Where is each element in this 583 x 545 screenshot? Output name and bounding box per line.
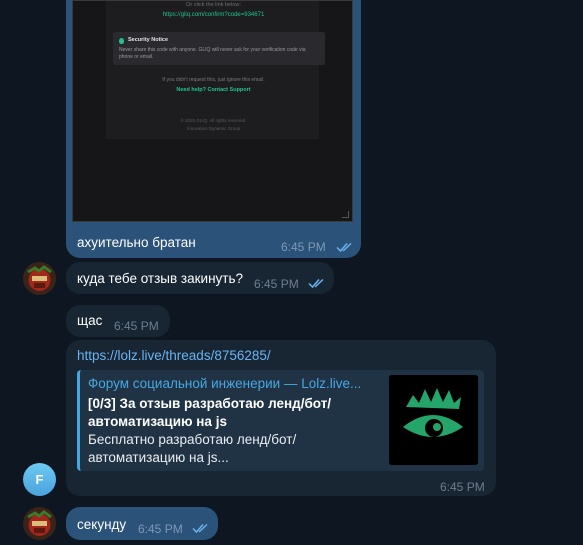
email-confirm-link: https://gliq.com/confirm?code=934671 — [162, 12, 265, 18]
message-time: 6:45 PM — [281, 240, 326, 254]
link-preview-image — [389, 375, 478, 465]
email-copyright: © 2025 GLIQ. All rights reserved. — [180, 118, 247, 123]
security-notice-text: Never share this code with anyone. GLIQ … — [119, 47, 306, 60]
link-preview-site: Форум социальной инженерии — Lolz.live..… — [88, 376, 362, 391]
read-checkmarks-icon — [192, 523, 208, 534]
message-text: секунду — [77, 517, 127, 532]
message-text: щас — [77, 313, 103, 328]
email-help-link: Need help? Contact Support — [176, 87, 251, 93]
message-time: 6:45 PM — [138, 522, 183, 536]
resize-handle-icon — [342, 211, 349, 218]
message-link[interactable]: https://lolz.live/threads/8756285/ — [77, 348, 271, 363]
shield-icon — [119, 38, 124, 44]
message-bubble-outgoing[interactable]: секунду 6:45 PM — [66, 507, 218, 540]
read-checkmarks-icon — [308, 278, 324, 289]
message-text: куда тебе отзыв закинуть? — [77, 271, 244, 286]
link-preview-description: Бесплатно разработаю ленд/бот/автоматиза… — [88, 432, 297, 465]
contact-avatar[interactable] — [23, 262, 56, 295]
security-notice-box: Security Notice Never share this code wi… — [113, 32, 325, 65]
email-screenshot-image[interactable]: Or click the link below: https://gliq.co… — [72, 0, 353, 222]
message-time: 6:45 PM — [114, 319, 159, 333]
contact-avatar-initial[interactable]: F — [23, 463, 56, 496]
link-preview-title: [0/3] За отзыв разработаю ленд/бот/автом… — [88, 396, 332, 429]
read-checkmarks-icon — [336, 242, 352, 253]
email-company: Innovation Dynamic Group — [186, 126, 241, 131]
avatar-image — [23, 262, 56, 295]
email-footer: © 2025 GLIQ. All rights reserved. Innova… — [73, 117, 354, 133]
security-notice-title: Security Notice — [128, 37, 169, 43]
email-ignore-text: If you didn't request this, just ignore … — [162, 77, 265, 83]
message-bubble-incoming[interactable]: куда тебе отзыв закинуть? 6:45 PM — [66, 262, 334, 294]
avatar-image — [23, 507, 56, 540]
link-preview-card[interactable]: Форум социальной инженерии — Lolz.live..… — [77, 370, 484, 471]
contact-avatar[interactable] — [23, 507, 56, 540]
lolz-eye-logo-icon — [389, 375, 478, 465]
message-bubble-incoming[interactable]: щас 6:45 PM — [66, 305, 170, 337]
message-time: 6:45 PM — [440, 480, 485, 494]
email-or-click-text: Or click the link below: — [186, 2, 241, 8]
message-time: 6:45 PM — [254, 277, 299, 291]
message-text: ахуительно братан — [77, 235, 196, 250]
image-message-bubble[interactable]: Or click the link below: https://gliq.co… — [66, 0, 361, 258]
